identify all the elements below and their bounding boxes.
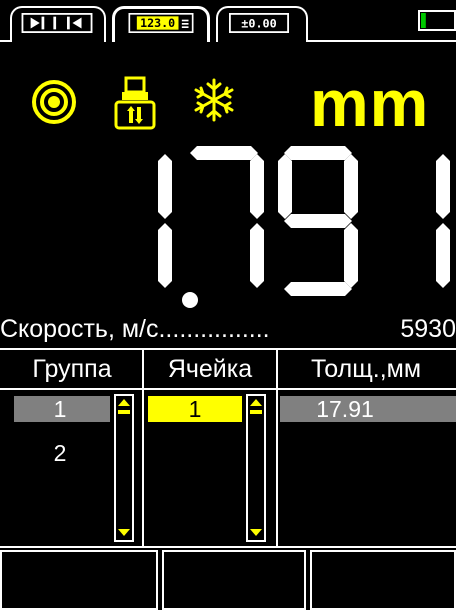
battery-icon — [418, 10, 456, 31]
tab-bar-divider — [308, 40, 456, 42]
column-divider — [276, 350, 278, 546]
decimal-point — [182, 292, 198, 308]
tab-numeric[interactable]: 123.0 — [112, 6, 210, 42]
column-divider — [142, 350, 144, 546]
column-header-thickness: Толщ.,мм — [310, 355, 422, 383]
column-header-group: Группа — [32, 355, 112, 383]
reading-digit — [190, 146, 264, 288]
reading-digit — [158, 154, 172, 288]
header-divider — [0, 388, 456, 390]
reading-digit — [278, 146, 358, 296]
softkey-3[interactable] — [310, 550, 456, 610]
snowflake-icon — [194, 78, 234, 122]
numeric-mode-icon: 123.0 — [128, 13, 194, 33]
sound-velocity-leader: ................ — [158, 315, 270, 343]
softkey-2[interactable] — [162, 550, 306, 610]
zero-mode-icon: ±0.00 — [229, 13, 289, 33]
thickness-reading — [158, 146, 450, 308]
scroll-down-icon[interactable] — [116, 524, 132, 540]
tab-zero[interactable]: ±0.00 — [216, 6, 308, 42]
sound-velocity-value: 5930 — [400, 315, 456, 343]
scroll-down-icon[interactable] — [248, 524, 264, 540]
group-value[interactable]: 1 — [40, 396, 80, 422]
table-bottom-border — [0, 546, 456, 548]
softkey-1[interactable] — [0, 550, 158, 610]
cell-value[interactable]: 1 — [148, 396, 242, 422]
scroll-thumb[interactable] — [250, 410, 262, 414]
zero-mode-label: ±0.00 — [241, 17, 277, 31]
split-mode-icon — [21, 13, 93, 33]
thickness-value[interactable]: 17.91 — [280, 396, 410, 422]
scroll-thumb[interactable] — [118, 410, 130, 414]
group-scrollbar[interactable] — [114, 394, 134, 542]
reading-digit — [436, 154, 450, 288]
numeric-mode-label: 123.0 — [140, 16, 175, 30]
sound-velocity-row: Скорость, м/с................ 5930 — [0, 312, 456, 346]
column-header-cell: Ячейка — [167, 355, 253, 383]
cell-scrollbar[interactable] — [246, 394, 266, 542]
tab-split[interactable] — [10, 6, 106, 42]
sound-velocity-label: Скорость, м/с — [0, 315, 159, 343]
target-icon — [32, 80, 76, 124]
unit-label: mm — [310, 66, 430, 140]
group-value[interactable]: 2 — [40, 440, 80, 466]
tab-bar-divider — [0, 40, 10, 42]
probe-icon — [114, 76, 156, 130]
